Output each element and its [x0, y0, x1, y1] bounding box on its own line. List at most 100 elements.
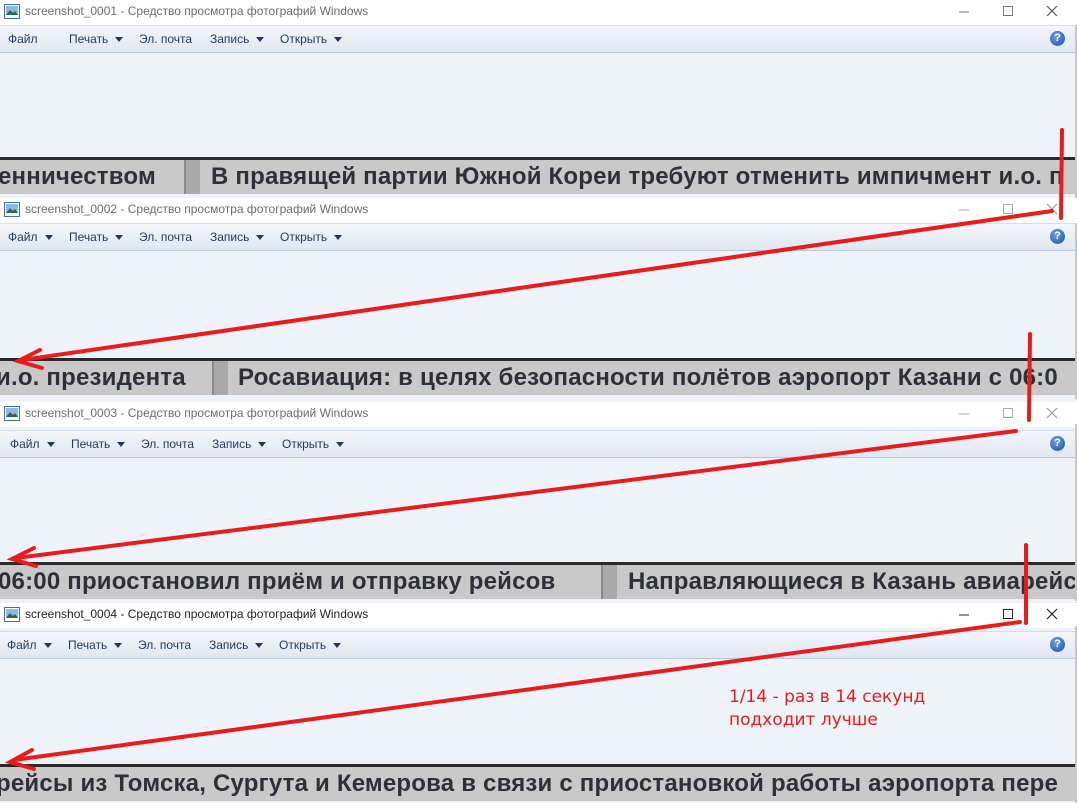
dropdown-arrow-icon — [114, 643, 123, 649]
menu-open[interactable]: Открыть — [279, 632, 342, 659]
dropdown-arrow-icon — [117, 442, 126, 448]
menu-label: Эл. почта — [138, 638, 192, 652]
menu-label: Файл — [7, 638, 37, 652]
menu-email[interactable]: Эл. почта — [141, 431, 194, 458]
menu-burn[interactable]: Запись — [210, 26, 265, 53]
menu-label: Запись — [212, 437, 252, 451]
close-icon — [1046, 5, 1058, 17]
minimize-icon — [959, 614, 969, 616]
close-icon — [1046, 608, 1058, 620]
maximize-icon — [1003, 204, 1013, 214]
close-button[interactable] — [1032, 603, 1072, 625]
ticker-separator — [184, 160, 200, 194]
maximize-button[interactable] — [988, 198, 1028, 220]
minimize-button[interactable] — [944, 198, 984, 220]
menu-file[interactable]: Файл — [7, 632, 52, 659]
minimize-icon — [959, 209, 969, 211]
help-icon[interactable]: ? — [1050, 436, 1065, 451]
dropdown-arrow-icon — [46, 442, 55, 448]
dropdown-arrow-icon — [255, 643, 264, 649]
help-icon[interactable]: ? — [1050, 637, 1065, 652]
menu-bar: Файл Печать Эл. почта Запись Открыть ? — [0, 631, 1077, 659]
maximize-button[interactable] — [988, 603, 1028, 625]
menu-bar: Файл Печать Эл. почта Запись Открыть ? — [0, 25, 1077, 53]
minimize-icon — [959, 413, 969, 415]
menu-bar: Файл Печать Эл. почта Запись Открыть ? — [0, 430, 1077, 458]
menu-print[interactable]: Печать — [68, 632, 123, 659]
menu-print[interactable]: Печать — [71, 431, 126, 458]
ticker-segment: Направляющиеся в Казань авиарейс — [628, 568, 1077, 595]
menu-burn[interactable]: Запись — [212, 431, 267, 458]
menu-label: Запись — [209, 638, 249, 652]
ticker-segment: В правящей партии Южной Кореи требуют от… — [211, 163, 1064, 190]
menu-label: Открыть — [280, 32, 328, 46]
close-button[interactable] — [1032, 402, 1072, 424]
menu-label: Печать — [69, 230, 109, 244]
maximize-icon — [1003, 609, 1013, 619]
menu-label: Запись — [210, 230, 250, 244]
menu-file[interactable]: Файл — [10, 431, 55, 458]
close-button[interactable] — [1032, 0, 1072, 22]
photo-viewer-app-icon — [4, 202, 20, 217]
dropdown-arrow-icon — [256, 37, 265, 43]
help-icon[interactable]: ? — [1050, 229, 1065, 244]
news-ticker: и.о. президента Росавиация: в целях безо… — [0, 358, 1077, 395]
news-ticker: 06:00 приостановил приём и отправку рейс… — [0, 562, 1077, 599]
dropdown-arrow-icon — [336, 442, 345, 448]
menu-label: Печать — [69, 32, 109, 46]
photo-viewer-app-icon — [4, 4, 20, 19]
close-icon — [1046, 407, 1058, 419]
ticker-segment: енничеством — [0, 163, 156, 190]
minimize-icon — [959, 11, 969, 13]
photo-viewer-app-icon — [4, 406, 20, 421]
image-viewport: и.о. президента Росавиация: в целях безо… — [0, 251, 1077, 399]
menu-open[interactable]: Открыть — [280, 26, 343, 53]
maximize-icon — [1003, 408, 1013, 418]
menu-label: Печать — [71, 437, 111, 451]
menu-open[interactable]: Открыть — [280, 224, 343, 251]
minimize-button[interactable] — [944, 402, 984, 424]
menu-print[interactable]: Печать — [69, 224, 124, 251]
dropdown-arrow-icon — [256, 235, 265, 241]
maximize-button[interactable] — [988, 0, 1028, 22]
title-bar[interactable]: screenshot_0001 - Средство просмотра фот… — [0, 0, 1077, 25]
ticker-separator — [212, 361, 228, 395]
menu-email[interactable]: Эл. почта — [139, 224, 192, 251]
menu-file[interactable]: Файл — [8, 224, 53, 251]
menu-print[interactable]: Печать — [69, 26, 124, 53]
annotation-line: 1/14 - раз в 14 секунд — [729, 687, 926, 707]
close-icon — [1046, 203, 1058, 215]
menu-file[interactable]: Файл — [8, 26, 38, 53]
close-button[interactable] — [1032, 198, 1072, 220]
menu-label: Файл — [10, 437, 40, 451]
menu-email[interactable]: Эл. почта — [138, 632, 191, 659]
menu-email[interactable]: Эл. почта — [139, 26, 192, 53]
title-bar[interactable]: screenshot_0003 - Средство просмотра фот… — [0, 402, 1077, 427]
news-ticker: енничеством В правящей партии Южной Коре… — [0, 157, 1077, 194]
menu-open[interactable]: Открыть — [282, 431, 345, 458]
dropdown-arrow-icon — [334, 37, 343, 43]
photo-viewer-window-2: screenshot_0002 - Средство просмотра фот… — [0, 198, 1077, 399]
help-icon[interactable]: ? — [1050, 31, 1065, 46]
window-title: screenshot_0002 - Средство просмотра фот… — [25, 202, 369, 216]
dropdown-arrow-icon — [43, 643, 52, 649]
image-viewport: енничеством В правящей партии Южной Коре… — [0, 53, 1077, 198]
image-viewport: 06:00 приостановил приём и отправку рейс… — [0, 458, 1077, 601]
ticker-segment: рейсы из Томска, Сургута и Кемерова в св… — [0, 770, 1059, 797]
annotation-note: 1/14 - раз в 14 секунд подходит лучше — [729, 686, 925, 732]
dropdown-arrow-icon — [115, 235, 124, 241]
maximize-button[interactable] — [988, 402, 1028, 424]
minimize-button[interactable] — [944, 603, 984, 625]
maximize-icon — [1003, 6, 1013, 16]
menu-burn[interactable]: Запись — [209, 632, 264, 659]
ticker-segment: 06:00 приостановил приём и отправку рейс… — [0, 568, 556, 595]
annotation-line: подходит лучше — [729, 710, 878, 730]
ticker-segment: и.о. президента — [0, 364, 186, 391]
menu-burn[interactable]: Запись — [210, 224, 265, 251]
minimize-button[interactable] — [944, 0, 984, 22]
photo-viewer-app-icon — [4, 607, 20, 622]
menu-label: Файл — [8, 230, 38, 244]
title-bar[interactable]: screenshot_0002 - Средство просмотра фот… — [0, 198, 1077, 223]
title-bar[interactable]: screenshot_0004 - Средство просмотра фот… — [0, 603, 1077, 628]
photo-viewer-window-3: screenshot_0003 - Средство просмотра фот… — [0, 399, 1077, 601]
